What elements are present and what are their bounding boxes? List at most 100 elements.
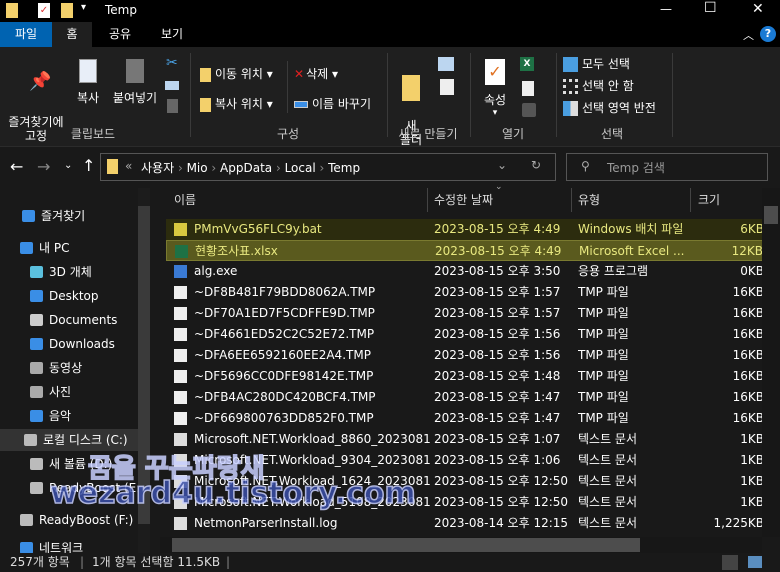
paste-button[interactable]: 붙여넣기 [110, 59, 160, 106]
file-row[interactable]: Microsoft.NET.Workload_8860_2023081... 2… [166, 429, 764, 450]
breadcrumb-item[interactable]: Mio [187, 161, 208, 175]
copy-button[interactable]: 복사 [73, 59, 103, 106]
nav-item[interactable]: 즐겨찾기 [0, 205, 138, 227]
file-row[interactable]: ~DF8B481F79BDD8062A.TMP 2023-08-15 오후 1:… [166, 282, 764, 303]
drive-icon [30, 458, 43, 470]
file-row[interactable]: 현황조사표.xlsx 2023-08-15 오후 4:49 Microsoft … [166, 240, 764, 261]
qat-dropdown-icon[interactable]: ▾ [81, 2, 86, 13]
file-row[interactable]: ~DF669800763DD852F0.TMP 2023-08-15 오후 1:… [166, 408, 764, 429]
horizontal-scrollbar[interactable] [160, 537, 762, 553]
title-bar: ✓ ▾ Temp — ☐ ✕ [0, 0, 780, 22]
tab-view[interactable]: 보기 [150, 22, 194, 47]
breadcrumb-item[interactable]: 사용자 [141, 161, 174, 175]
text-file-icon [174, 475, 187, 488]
breadcrumb-item[interactable]: AppData [220, 161, 272, 175]
search-box[interactable]: ⚲ Temp 검색 [566, 153, 768, 181]
new-folder-qat-icon[interactable] [61, 3, 73, 18]
delete-button[interactable]: ✕ 삭제 ▾ [294, 65, 338, 82]
nav-item[interactable]: ReadyBoost (E:) [0, 477, 145, 499]
nav-item[interactable]: Downloads [0, 333, 138, 355]
nav-item[interactable]: 사진 [0, 381, 138, 403]
breadcrumb-item[interactable]: Temp [328, 161, 360, 175]
nav-item[interactable]: 동영상 [0, 357, 138, 379]
address-bar[interactable]: « 사용자 › Mio › AppData › Local › Temp ⌄ ↻ [100, 153, 556, 181]
paste-shortcut-icon[interactable] [167, 99, 178, 113]
file-row[interactable]: NetmonParserInstall.log 2023-08-14 오후 12… [166, 513, 764, 534]
select-none-button[interactable]: 선택 안 함 [563, 77, 634, 94]
nav-item[interactable]: Desktop [0, 285, 138, 307]
minimize-button[interactable]: — [660, 2, 672, 16]
up-button[interactable]: ↑ [82, 156, 95, 175]
large-icons-view-button[interactable] [748, 556, 762, 568]
rename-button[interactable]: 이름 바꾸기 [294, 95, 371, 112]
copy-label: 복사 [76, 91, 100, 105]
file-name: ~DFB4AC280DC420BCF4.TMP [194, 390, 376, 404]
nav-item[interactable]: 내 PC [0, 237, 138, 259]
collapse-ribbon-icon[interactable]: ︿ [743, 27, 754, 43]
nav-item[interactable]: 새 볼륨 (D:) [0, 453, 138, 475]
file-row[interactable]: PMmVvG56FLC9y.bat 2023-08-15 오후 4:49 Win… [166, 219, 764, 240]
properties-qat-icon[interactable]: ✓ [38, 3, 50, 18]
file-size: 0KB [740, 264, 764, 278]
column-header-size[interactable]: 크기 [690, 188, 760, 212]
back-button[interactable]: ← [10, 157, 23, 176]
details-view-button[interactable] [722, 555, 738, 570]
star-icon [22, 210, 35, 222]
nav-item-label: Documents [49, 313, 118, 327]
file-type: 응용 프로그램 [578, 264, 649, 278]
search-input[interactable]: Temp 검색 [607, 159, 665, 176]
excel-open-icon[interactable]: X [520, 57, 534, 71]
help-icon[interactable]: ? [760, 26, 776, 42]
overflow-crumbs[interactable]: « [125, 159, 132, 173]
column-header-type[interactable]: 유형 [571, 188, 691, 212]
nav-item[interactable]: 3D 개체 [0, 261, 138, 283]
xlsx-file-icon [175, 245, 188, 258]
move-to-button[interactable]: 이동 위치 ▾ [200, 65, 273, 82]
breadcrumb-separator-icon[interactable]: › [272, 161, 284, 175]
file-row[interactable]: Microsoft.NET.Workload_9304_2023081... 2… [166, 450, 764, 471]
edit-icon[interactable] [522, 81, 534, 96]
file-name: PMmVvG56FLC9y.bat [194, 222, 322, 236]
breadcrumb-separator-icon[interactable]: › [316, 161, 328, 175]
close-button[interactable]: ✕ [752, 1, 764, 17]
nav-item[interactable]: 음악 [0, 405, 138, 427]
breadcrumb-separator-icon[interactable]: › [208, 161, 220, 175]
copy-path-icon[interactable] [165, 81, 179, 90]
copy-to-button[interactable]: 복사 위치 ▾ [200, 95, 273, 112]
vertical-scrollbar[interactable] [762, 188, 780, 537]
desktop-icon [30, 290, 43, 302]
file-row[interactable]: Microsoft.NET.Workload_5108_2023081... 2… [166, 492, 764, 513]
file-row[interactable]: Microsoft.NET.Workload_1624_2023081... 2… [166, 471, 764, 492]
invert-selection-button[interactable]: 선택 영역 반전 [563, 99, 656, 116]
downloads-icon [30, 338, 43, 350]
tab-home[interactable]: 홈 [52, 22, 92, 47]
forward-button[interactable]: → [37, 157, 50, 176]
nav-scrollbar[interactable] [138, 188, 150, 553]
nav-item[interactable]: Documents [0, 309, 138, 331]
file-row[interactable]: ~DFB4AC280DC420BCF4.TMP 2023-08-15 오후 1:… [166, 387, 764, 408]
history-icon[interactable] [522, 103, 536, 117]
column-header-name[interactable]: 이름 [174, 188, 424, 212]
tab-share[interactable]: 공유 [100, 22, 140, 47]
nav-item[interactable]: 로컬 디스크 (C:) [0, 429, 138, 451]
file-type: TMP 파일 [578, 369, 629, 383]
file-row[interactable]: ~DF4661ED52C2C52E72.TMP 2023-08-15 오후 1:… [166, 324, 764, 345]
file-row[interactable]: alg.exe 2023-08-15 오후 3:50 응용 프로그램 0KB [166, 261, 764, 282]
easy-access-icon[interactable] [440, 79, 454, 95]
nav-item[interactable]: ReadyBoost (F:) [0, 509, 138, 531]
properties-button[interactable]: ✓ 속성 ▾ [480, 59, 510, 118]
recent-locations-button[interactable]: ⌄ [64, 160, 72, 171]
breadcrumb-item[interactable]: Local [285, 161, 316, 175]
breadcrumb-separator-icon[interactable]: › [174, 161, 186, 175]
select-all-button[interactable]: 모두 선택 [563, 55, 630, 72]
maximize-button[interactable]: ☐ [704, 0, 717, 16]
refresh-icon[interactable]: ↻ [531, 158, 541, 172]
file-row[interactable]: ~DFA6EE6592160EE2A4.TMP 2023-08-15 오후 1:… [166, 345, 764, 366]
file-row[interactable]: ~DF70A1ED7F5CDFFE9D.TMP 2023-08-15 오후 1:… [166, 303, 764, 324]
file-row[interactable]: ~DF5696CC0DFE98142E.TMP 2023-08-15 오후 1:… [166, 366, 764, 387]
file-date: 2023-08-15 오후 1:56 [434, 327, 561, 341]
new-item-icon[interactable] [438, 57, 454, 71]
address-dropdown-icon[interactable]: ⌄ [497, 158, 507, 172]
cut-icon[interactable]: ✂ [166, 55, 178, 71]
tab-file[interactable]: 파일 [0, 22, 52, 47]
